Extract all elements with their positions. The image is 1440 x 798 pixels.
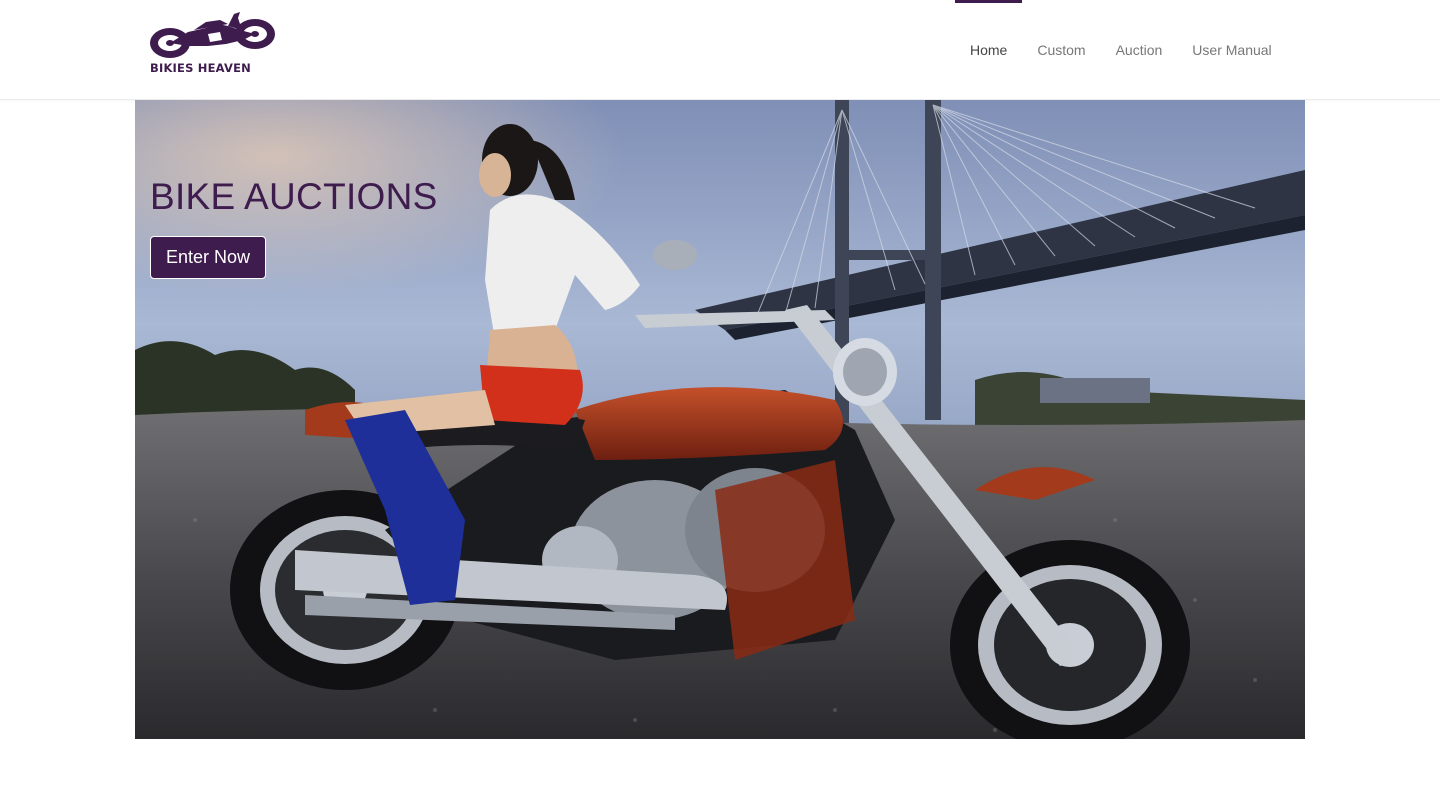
nav-auction[interactable]: Auction bbox=[1101, 0, 1178, 99]
enter-now-button[interactable]: Enter Now bbox=[150, 236, 266, 279]
site-header: BIKIES HEAVEN Home Custom Auction User M… bbox=[0, 0, 1440, 100]
nav-user-manual[interactable]: User Manual bbox=[1177, 0, 1286, 99]
main-nav: Home Custom Auction User Manual bbox=[955, 0, 1287, 99]
brand-logo[interactable]: BIKIES HEAVEN bbox=[148, 10, 278, 76]
hero-title: BIKE AUCTIONS bbox=[150, 176, 438, 217]
motorcycle-logo-icon bbox=[150, 12, 275, 58]
nav-home[interactable]: Home bbox=[955, 0, 1023, 99]
hero-banner: BIKE AUCTIONS Enter Now bbox=[135, 100, 1305, 739]
brand-name: BIKIES HEAVEN bbox=[150, 61, 251, 75]
nav-custom[interactable]: Custom bbox=[1022, 0, 1100, 99]
